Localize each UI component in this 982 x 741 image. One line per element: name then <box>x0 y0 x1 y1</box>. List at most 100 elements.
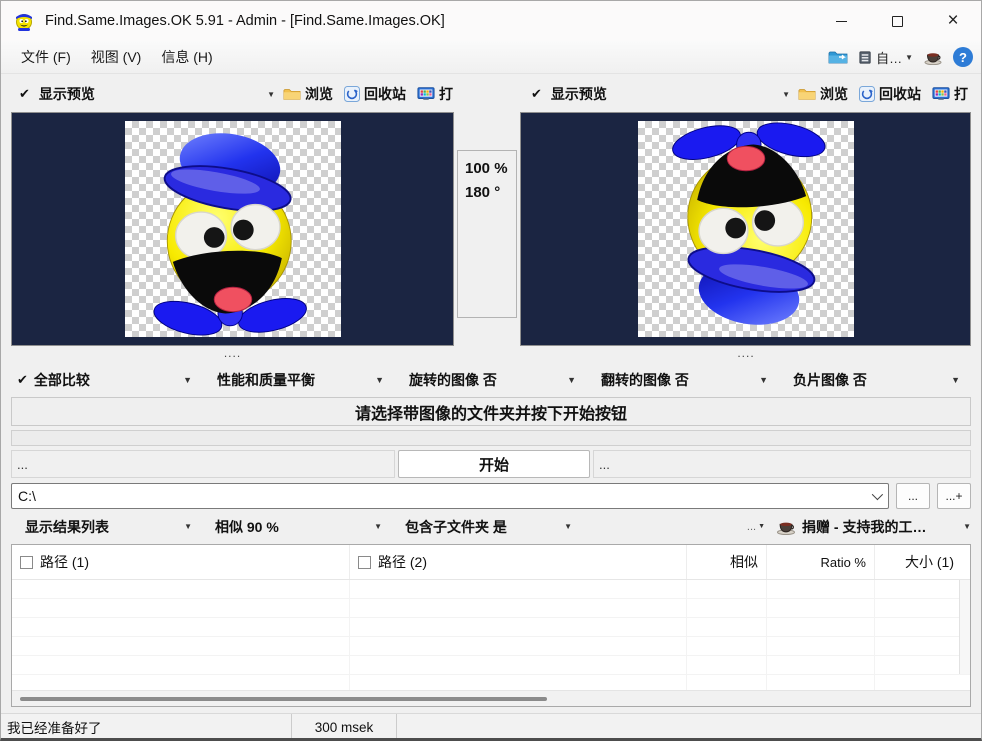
coffee-icon <box>775 518 797 535</box>
compare-options-row: ✔ 全部比较 ▼ 性能和质量平衡 ▼ 旋转的图像 否 ▼ 翻转的图像 否 ▼ 负… <box>1 366 981 397</box>
folder-combobox[interactable]: C:\ <box>11 483 889 509</box>
table-row <box>12 637 970 656</box>
left-path-field: ... <box>11 450 395 478</box>
smiley-image <box>125 121 341 337</box>
right-preview-panel[interactable] <box>520 112 971 346</box>
recycle-icon <box>859 86 875 102</box>
left-preview-toolbar: ✔ 显示预览 ▼ 浏览 回收站 打 <box>11 80 456 108</box>
chevron-down-icon[interactable]: ▼ <box>267 90 275 99</box>
table-row <box>12 580 970 599</box>
header-path2[interactable]: 路径 (2) <box>350 545 687 579</box>
center-strip: 100 % 180 ° <box>454 112 520 346</box>
show-preview-toggle-right[interactable]: 显示预览 <box>551 84 607 104</box>
right-preview-toolbar: ✔ 显示预览 ▼ 浏览 回收站 打 <box>523 80 971 108</box>
coffee-button[interactable] <box>923 49 943 65</box>
ready-status: 我已经准备好了 <box>1 714 292 740</box>
chevron-down-icon <box>872 489 883 500</box>
left-preview-caption: .... <box>11 346 454 366</box>
progress-bar <box>11 430 971 446</box>
browse-folder-button[interactable]: ... <box>896 483 930 509</box>
table-header-row: 路径 (1) 路径 (2) 相似 Ratio % 大小 (1) <box>12 545 970 580</box>
minimize-button[interactable] <box>813 1 869 41</box>
left-preview-panel[interactable] <box>11 112 454 346</box>
preview-row: 100 % 180 ° <box>1 112 981 346</box>
folder-path-value: C:\ <box>18 488 36 504</box>
check-icon: ✔ <box>19 86 30 102</box>
rotation-value: 180 ° <box>465 181 516 205</box>
open-folder-button[interactable] <box>828 49 848 65</box>
right-path-field: ... <box>593 450 971 478</box>
close-button[interactable]: × <box>925 1 981 41</box>
menu-bar: 文件 (F) 视图 (V) 信息 (H) 自… ▼ ? <box>1 41 981 74</box>
check-icon: ✔ <box>17 372 28 388</box>
help-button[interactable]: ? <box>953 47 973 67</box>
app-icon <box>13 10 35 32</box>
select-all-checkbox-1[interactable] <box>20 556 33 569</box>
donate-dropdown[interactable]: 捐赠 - 支持我的工… ▼ <box>775 517 971 537</box>
vertical-scrollbar[interactable] <box>959 580 970 674</box>
menu-view[interactable]: 视图 (V) <box>81 43 152 71</box>
auto-label: 自… <box>876 48 902 67</box>
folder-teal-icon <box>828 49 848 65</box>
header-similar[interactable]: 相似 <box>687 545 767 579</box>
preview-toolbar-row: ✔ 显示预览 ▼ 浏览 回收站 打 ✔ 显示预览 <box>1 74 981 112</box>
table-row <box>12 599 970 618</box>
browse-button-left[interactable]: 浏览 <box>280 82 336 106</box>
menu-info[interactable]: 信息 (H) <box>151 43 222 71</box>
recycle-bin-button-left[interactable]: 回收站 <box>341 82 409 106</box>
header-ratio[interactable]: Ratio % <box>767 545 875 579</box>
add-folder-button[interactable]: ...+ <box>937 483 971 509</box>
left-preview-image <box>125 121 341 337</box>
scrollbar-thumb[interactable] <box>20 697 547 701</box>
menu-bar-right: 自… ▼ ? <box>828 47 973 67</box>
recycle-bin-button-right[interactable]: 回收站 <box>856 82 924 106</box>
menu-file[interactable]: 文件 (F) <box>11 43 81 71</box>
status-message: 请选择带图像的文件夹并按下开始按钮 <box>11 397 971 426</box>
header-size[interactable]: 大小 (1) <box>875 545 970 579</box>
compare-all-dropdown[interactable]: ✔ 全部比较 ▼ <box>11 368 201 393</box>
quality-balance-dropdown[interactable]: 性能和质量平衡 ▼ <box>203 368 393 393</box>
app-window: Find.Same.Images.OK 5.91 - Admin - [Find… <box>0 0 982 741</box>
more-options-dropdown[interactable]: ... ▼ <box>747 521 765 533</box>
chevron-down-icon: ▼ <box>564 522 572 531</box>
window-title: Find.Same.Images.OK 5.91 - Admin - [Find… <box>45 13 445 29</box>
horizontal-scrollbar[interactable] <box>12 690 970 706</box>
maximize-icon <box>892 16 903 27</box>
header-path1[interactable]: 路径 (1) <box>12 545 350 579</box>
window-controls: × <box>813 1 981 41</box>
coffee-icon <box>923 49 943 65</box>
chevron-down-icon[interactable]: ▼ <box>782 90 790 99</box>
recycle-icon <box>344 86 360 102</box>
select-all-checkbox-2[interactable] <box>358 556 371 569</box>
chevron-down-icon: ▼ <box>567 375 576 385</box>
similarity-dropdown[interactable]: 相似 90 % ▼ <box>201 517 391 537</box>
smiley-image-rotated <box>638 121 854 337</box>
preview-caption-row: .... .... <box>1 346 981 366</box>
flipped-images-dropdown[interactable]: 翻转的图像 否 ▼ <box>587 368 777 393</box>
close-icon: × <box>947 10 958 32</box>
table-row <box>12 675 970 690</box>
open-button-left[interactable]: 打 <box>414 82 456 106</box>
monitor-icon <box>932 86 950 102</box>
table-body <box>12 580 970 690</box>
zoom-value: 100 % <box>465 157 516 181</box>
result-options-row: 显示结果列表 ▼ 相似 90 % ▼ 包含子文件夹 是 ▼ ... ▼ 捐赠 -… <box>1 509 981 542</box>
chevron-down-icon: ▼ <box>184 522 192 531</box>
folder-icon <box>798 86 816 102</box>
start-button[interactable]: 开始 <box>398 450 590 478</box>
right-preview-image <box>638 121 854 337</box>
list-icon <box>858 50 873 65</box>
subfolders-dropdown[interactable]: 包含子文件夹 是 ▼ <box>391 517 581 537</box>
show-results-dropdown[interactable]: 显示结果列表 ▼ <box>11 517 201 537</box>
status-bar: 我已经准备好了 300 msek <box>1 713 981 740</box>
help-icon: ? <box>953 47 973 67</box>
folder-icon <box>283 86 301 102</box>
rotated-images-dropdown[interactable]: 旋转的图像 否 ▼ <box>395 368 585 393</box>
auto-dropdown[interactable]: 自… ▼ <box>858 48 913 67</box>
browse-button-right[interactable]: 浏览 <box>795 82 851 106</box>
open-button-right[interactable]: 打 <box>929 82 971 106</box>
show-preview-toggle-left[interactable]: 显示预览 <box>39 84 95 104</box>
negative-images-dropdown[interactable]: 负片图像 否 ▼ <box>779 368 969 393</box>
chevron-down-icon: ▼ <box>951 375 960 385</box>
maximize-button[interactable] <box>869 1 925 41</box>
